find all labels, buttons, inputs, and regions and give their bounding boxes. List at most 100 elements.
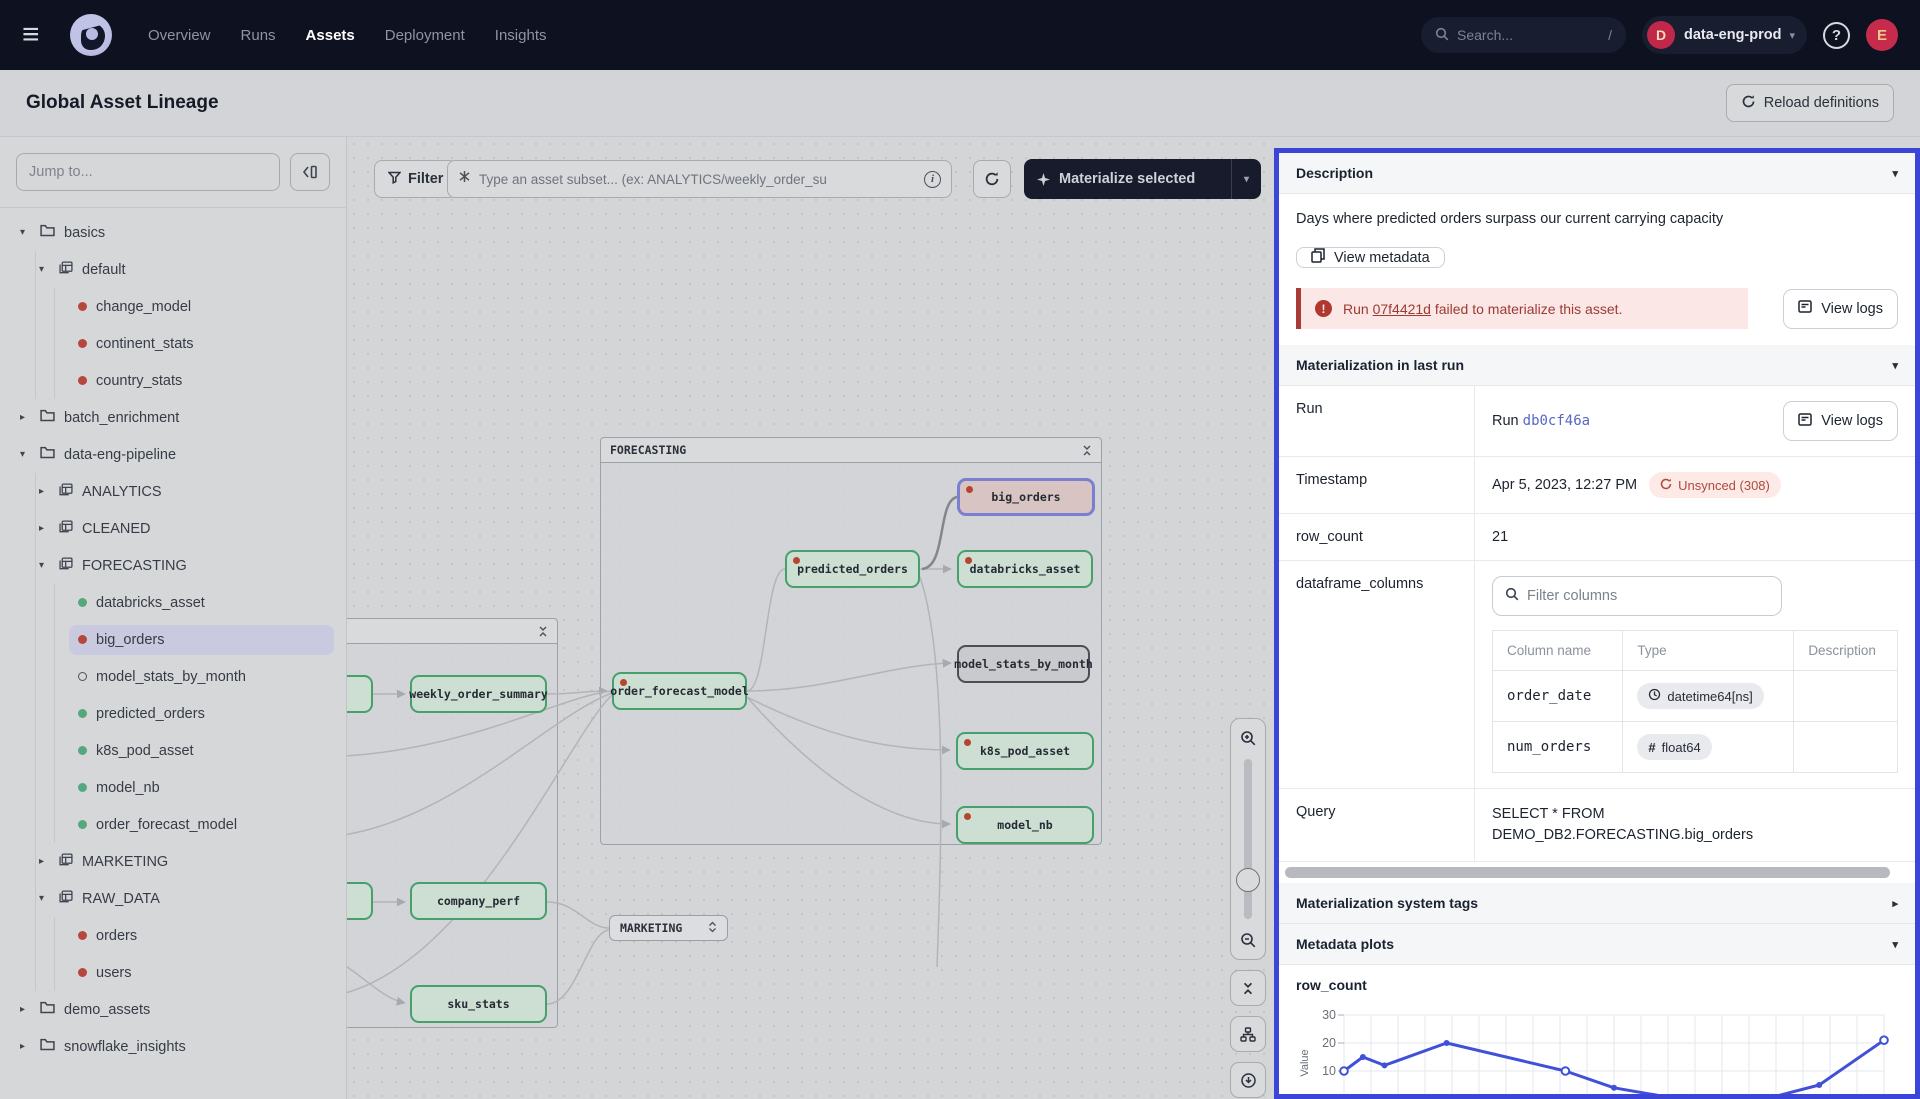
tree-item-predicted_orders[interactable]: predicted_orders xyxy=(0,695,346,732)
expander-down-icon[interactable]: ▾ xyxy=(14,227,31,238)
zoom-out-icon[interactable] xyxy=(1231,921,1265,959)
tree-item-demo_assets[interactable]: ▸demo_assets xyxy=(0,991,346,1028)
hamburger-menu-icon[interactable]: ≡ xyxy=(22,20,48,50)
expander-down-icon[interactable]: ▾ xyxy=(33,264,50,275)
nav-tab-deployment[interactable]: Deployment xyxy=(385,27,465,44)
asset-node-weekly_order_summary[interactable]: weekly_order_summary xyxy=(410,675,547,713)
view-logs-button[interactable]: View logs xyxy=(1783,289,1898,329)
tree-item-country_stats[interactable]: country_stats xyxy=(0,362,346,399)
run-id-link[interactable]: db0cf46a xyxy=(1523,413,1590,429)
refresh-graph-button[interactable] xyxy=(973,160,1011,198)
tree-item-MARKETING[interactable]: ▸MARKETING xyxy=(0,843,346,880)
asset-node-label: order_forecast_model xyxy=(610,684,748,698)
zoom-controls xyxy=(1230,718,1266,1098)
collapse-all-groups-button[interactable] xyxy=(1230,970,1266,1006)
tree-item-ANALYTICS[interactable]: ▸ANALYTICS xyxy=(0,473,346,510)
collapse-sidebar-button[interactable] xyxy=(290,153,330,191)
column-type-cell: #float64 xyxy=(1623,722,1794,773)
dagster-logo[interactable] xyxy=(70,14,112,56)
search-input[interactable]: Search... / xyxy=(1421,17,1626,53)
tree-item-databricks_asset[interactable]: databricks_asset xyxy=(0,584,346,621)
filter-columns-input[interactable] xyxy=(1527,588,1769,604)
zoom-in-icon[interactable] xyxy=(1231,719,1265,757)
partial-node[interactable] xyxy=(347,675,373,713)
tree-item-k8s_pod_asset[interactable]: k8s_pod_asset xyxy=(0,732,346,769)
tree-item-data-eng-pipeline[interactable]: ▾data-eng-pipeline xyxy=(0,436,346,473)
logs-icon xyxy=(1798,300,1812,317)
asset-node-big_orders[interactable]: big_orders xyxy=(957,478,1095,516)
row-count-row: row_count 21 xyxy=(1279,514,1915,561)
avatar[interactable]: E xyxy=(1866,19,1898,51)
group-marketing-collapsed[interactable]: MARKETING xyxy=(609,915,728,941)
asset-node-predicted_orders[interactable]: predicted_orders xyxy=(785,550,920,588)
scrollbar-thumb[interactable] xyxy=(1285,867,1890,878)
nav-tab-runs[interactable]: Runs xyxy=(241,27,276,44)
view-metadata-button[interactable]: View metadata xyxy=(1296,247,1445,268)
filter-button[interactable]: Filter xyxy=(374,160,457,198)
section-description[interactable]: Description ▾ xyxy=(1279,153,1915,194)
view-logs-button[interactable]: View logs xyxy=(1783,401,1898,441)
expander-right-icon[interactable]: ▸ xyxy=(33,856,50,867)
tree-item-users[interactable]: users xyxy=(0,954,346,991)
failed-run-link[interactable]: 07f4421d xyxy=(1373,301,1431,317)
reload-definitions-button[interactable]: Reload definitions xyxy=(1726,84,1894,122)
nav-tab-insights[interactable]: Insights xyxy=(495,27,547,44)
tree-item-big_orders[interactable]: big_orders xyxy=(0,621,346,658)
tree-item-continent_stats[interactable]: continent_stats xyxy=(0,325,346,362)
nav-tab-overview[interactable]: Overview xyxy=(148,27,211,44)
tree-item-basics[interactable]: ▾ basics xyxy=(0,214,346,251)
materialize-selected-button[interactable]: Materialize selected ▾ xyxy=(1024,159,1261,199)
asset-node-company_perf[interactable]: company_perf xyxy=(410,882,547,920)
tree-item-orders[interactable]: orders xyxy=(0,917,346,954)
info-icon[interactable]: i xyxy=(924,171,941,188)
center-on-selection-button[interactable] xyxy=(1230,1062,1266,1098)
expander-right-icon[interactable]: ▸ xyxy=(33,486,50,497)
expander-right-icon[interactable]: ▸ xyxy=(14,1004,31,1015)
tree-item-snowflake_insights[interactable]: ▸snowflake_insights xyxy=(0,1028,346,1065)
nav-tabs: Overview Runs Assets Deployment Insights xyxy=(148,27,547,44)
asset-subset-input[interactable] xyxy=(479,172,916,187)
reload-definitions-label: Reload definitions xyxy=(1764,95,1879,111)
tree-item-order_forecast_model[interactable]: order_forecast_model xyxy=(0,806,346,843)
help-icon[interactable]: ? xyxy=(1823,22,1850,49)
asset-node-databricks_asset[interactable]: databricks_asset xyxy=(957,550,1093,588)
expander-right-icon[interactable]: ▸ xyxy=(14,412,31,423)
expander-down-icon[interactable]: ▾ xyxy=(33,893,50,904)
graph-layout-button[interactable] xyxy=(1230,1016,1266,1052)
asset-node-order_forecast_model[interactable]: order_forecast_model xyxy=(612,672,747,710)
asset-node-model_stats_by_month[interactable]: model_stats_by_month xyxy=(957,645,1090,683)
tree-item-batch_enrichment[interactable]: ▸batch_enrichment xyxy=(0,399,346,436)
expander-down-icon[interactable]: ▾ xyxy=(14,449,31,460)
partial-node[interactable] xyxy=(347,882,373,920)
nav-tab-assets[interactable]: Assets xyxy=(306,27,355,44)
tree-item-default[interactable]: ▾default xyxy=(0,251,346,288)
unsynced-badge[interactable]: Unsynced (308) xyxy=(1649,472,1781,498)
materialize-options-caret[interactable]: ▾ xyxy=(1231,159,1261,199)
failed-run-alert: ! Run 07f4421d failed to materialize thi… xyxy=(1296,288,1748,329)
asset-node-k8s_pod_asset[interactable]: k8s_pod_asset xyxy=(956,732,1094,770)
expander-right-icon[interactable]: ▸ xyxy=(14,1041,31,1052)
tree-item-RAW_DATA[interactable]: ▾RAW_DATA xyxy=(0,880,346,917)
jump-to-input[interactable] xyxy=(16,153,280,191)
expander-down-icon[interactable]: ▾ xyxy=(33,560,50,571)
org-switcher[interactable]: D data-eng-prod ▾ xyxy=(1642,16,1807,54)
tree-item-label: basics xyxy=(64,225,105,241)
section-materialization[interactable]: Materialization in last run ▾ xyxy=(1279,345,1915,386)
tree-item-model_nb[interactable]: model_nb xyxy=(0,769,346,806)
asset-node-sku_stats[interactable]: sku_stats xyxy=(410,985,547,1023)
asset-node-label: model_nb xyxy=(997,818,1052,832)
zoom-slider-track[interactable] xyxy=(1244,759,1252,919)
lineage-canvas[interactable]: FORECASTING xyxy=(347,137,1274,1099)
section-system-tags[interactable]: Materialization system tags ▸ xyxy=(1279,883,1915,924)
timestamp-label: Timestamp xyxy=(1279,457,1475,513)
expander-right-icon[interactable]: ▸ xyxy=(33,523,50,534)
zoom-slider-handle[interactable] xyxy=(1236,868,1260,892)
tree-item-model_stats_by_month[interactable]: model_stats_by_month xyxy=(0,658,346,695)
asset-node-model_nb[interactable]: model_nb xyxy=(956,806,1094,844)
org-name: data-eng-prod xyxy=(1684,27,1781,43)
tree-item-change_model[interactable]: change_model xyxy=(0,288,346,325)
tree-item-CLEANED[interactable]: ▸CLEANED xyxy=(0,510,346,547)
tree-item-FORECASTING[interactable]: ▾FORECASTING xyxy=(0,547,346,584)
dataframe-columns-label: dataframe_columns xyxy=(1279,561,1475,788)
section-metadata-plots[interactable]: Metadata plots ▾ xyxy=(1279,924,1915,965)
